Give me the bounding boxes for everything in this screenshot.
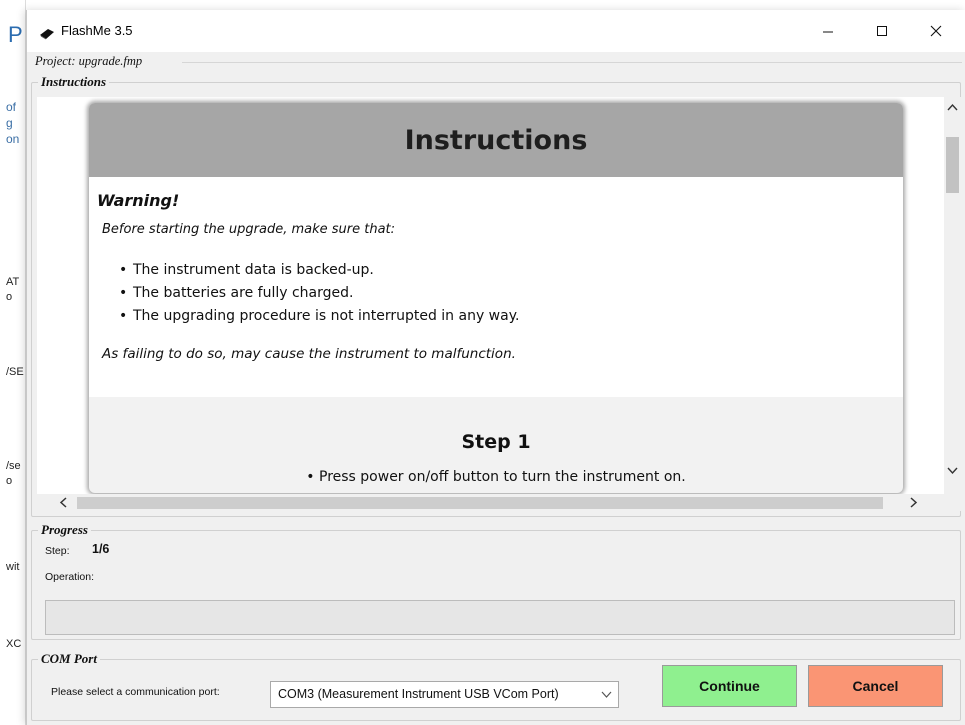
chevron-down-icon [947,460,958,479]
chip-icon [39,25,55,40]
step-section: Step 1 Press power on/off button to turn… [89,397,903,485]
warning-outro: As failing to do so, may cause the instr… [102,346,516,362]
vertical-scrollbar[interactable] [944,97,961,494]
chevron-down-icon [601,688,612,702]
background-text-fragment: o [6,291,13,303]
cancel-button[interactable]: Cancel [808,665,943,707]
step-value: 1/6 [92,542,110,556]
warning-intro: Before starting the upgrade, make sure t… [102,222,396,237]
instructions-group-label: Instructions [38,74,110,90]
warning-list-item: The upgrading procedure is not interrupt… [119,305,895,328]
chevron-up-icon [947,96,958,115]
scrollbar-corner [944,494,961,511]
maximize-icon [876,22,888,41]
upgrade-progress-bar [45,600,955,635]
project-label: Project: upgrade.fmp [35,54,143,68]
cancel-button-label: Cancel [852,678,899,694]
document-title: Instructions [89,103,903,177]
project-divider [182,62,962,63]
background-text-fragment: /SE [6,366,24,378]
com-port-prompt: Please select a communication port: [51,686,220,698]
step-title: Step 1 [461,431,531,453]
continue-button-label: Continue [699,678,760,694]
background-text-fragment: o [6,475,13,487]
com-port-selected-value: COM3 (Measurement Instrument USB VCom Po… [278,687,559,701]
step-label: Step: [45,545,70,557]
warning-section: Warning! Before starting the upgrade, ma… [89,177,903,397]
background-text-fragment: AT [6,276,20,288]
warning-list: The instrument data is backed-up. The ba… [119,259,895,328]
scroll-right-button[interactable] [905,494,922,511]
title-bar[interactable]: FlashMe 3.5 [27,10,965,52]
minimize-icon [822,22,834,41]
scroll-down-button[interactable] [944,461,961,478]
warning-list-item: The instrument data is backed-up. [119,259,895,282]
scroll-up-button[interactable] [944,97,961,114]
warning-title: Warning! [97,191,180,210]
step-instruction: Press power on/off button to turn the in… [89,469,903,485]
scroll-left-button[interactable] [54,494,71,511]
close-button[interactable] [913,10,959,52]
flashme-window: FlashMe 3.5 Project: upgrade.fmp Instruc… [26,10,965,725]
horizontal-scroll-thumb[interactable] [77,497,883,509]
progress-group-label: Progress [38,522,91,538]
background-app-letter: P [8,22,23,47]
com-port-select[interactable]: COM3 (Measurement Instrument USB VCom Po… [270,681,619,708]
chevron-right-icon [909,493,918,512]
background-text-fragment: on [6,132,20,146]
background-text-fragment: /se [6,460,21,472]
chevron-left-icon [59,493,67,512]
warning-list-item: The batteries are fully charged. [119,282,895,305]
window-title: FlashMe 3.5 [61,23,133,38]
background-text-fragment: g [6,116,13,130]
operation-label: Operation: [45,571,95,583]
horizontal-scrollbar[interactable] [37,494,944,511]
background-app: P of g on AT o /SE /se o wit XC [0,0,26,725]
close-icon [930,22,942,41]
background-text-fragment: of [6,100,17,114]
continue-button[interactable]: Continue [662,665,797,707]
vertical-scroll-thumb[interactable] [946,137,959,193]
instructions-document: Instructions Warning! Before starting th… [89,103,903,493]
minimize-button[interactable] [805,10,851,52]
maximize-button[interactable] [859,10,905,52]
background-text-fragment: XC [6,638,22,650]
instructions-viewer[interactable]: Instructions Warning! Before starting th… [37,97,954,511]
background-text-fragment: wit [6,561,20,573]
com-port-group-label: COM Port [38,651,100,667]
